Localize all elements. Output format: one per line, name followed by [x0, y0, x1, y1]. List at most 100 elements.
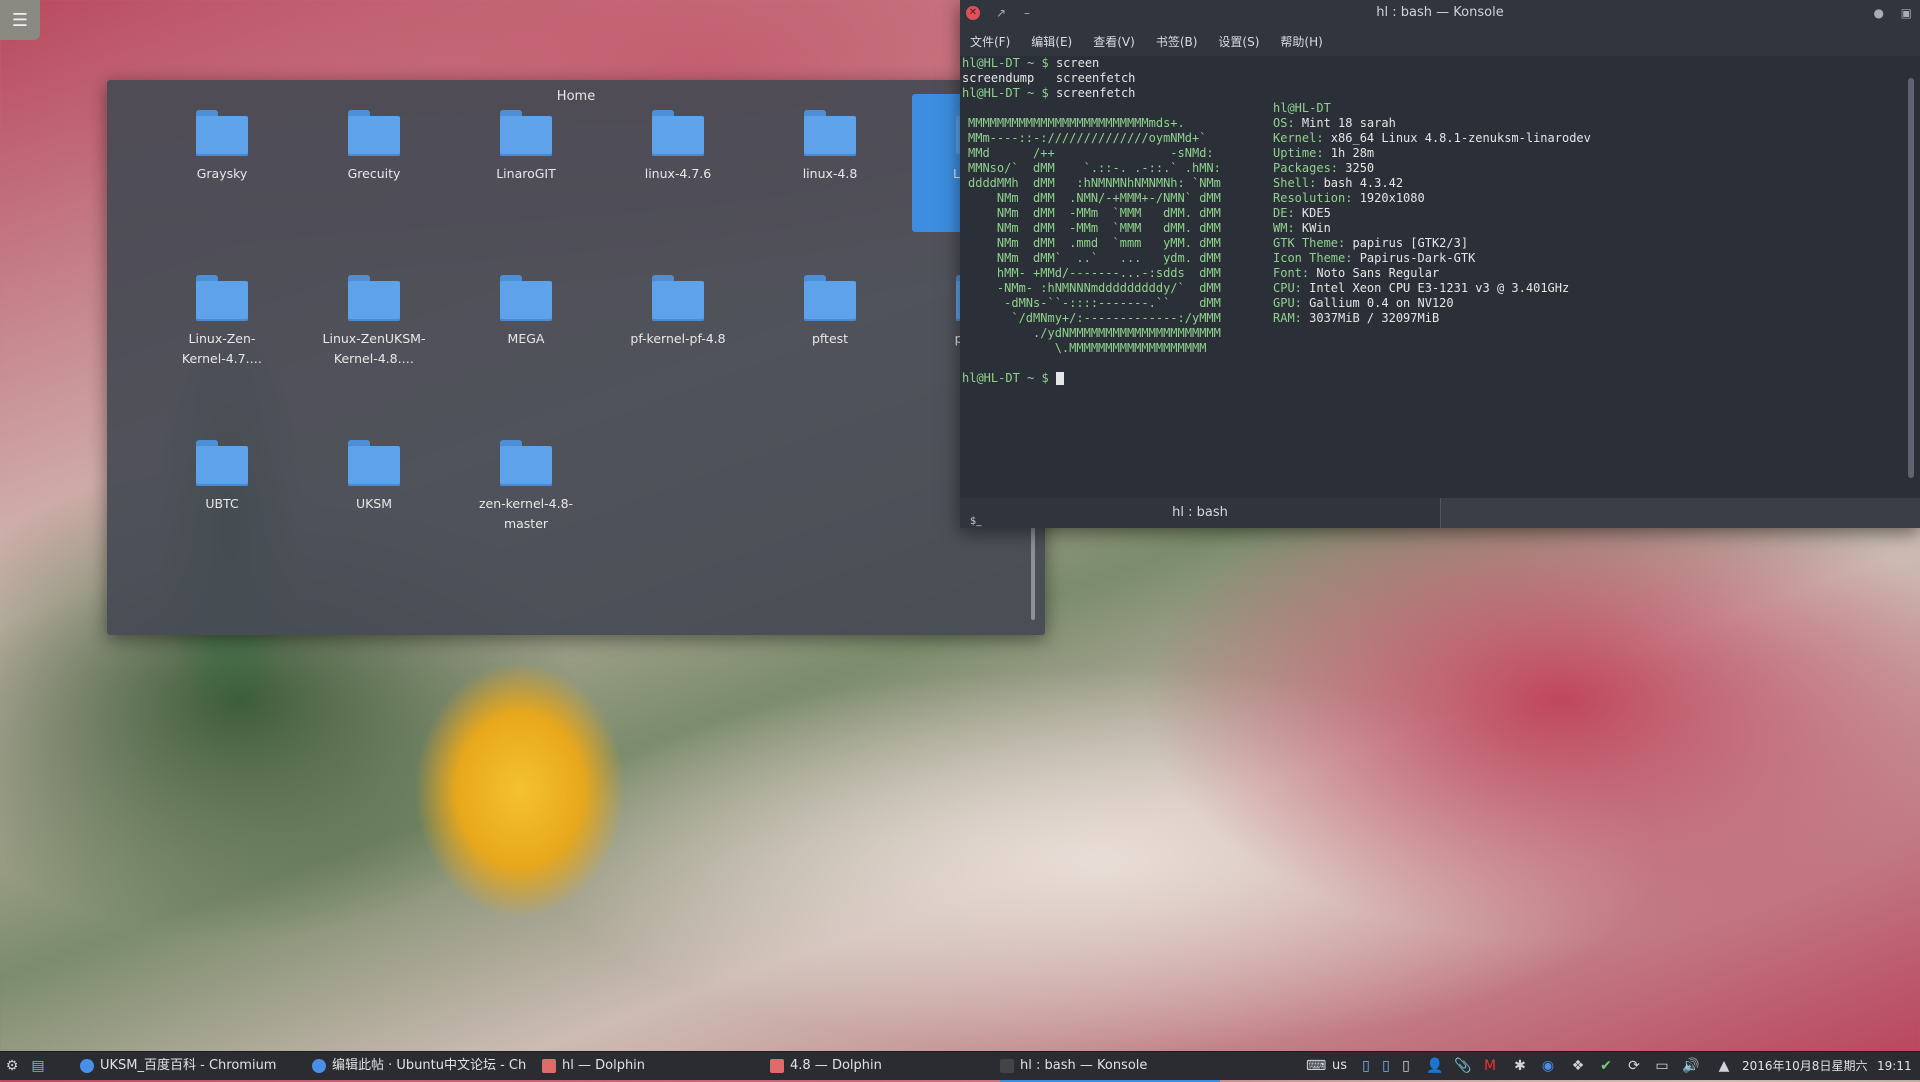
task-label: UKSM_百度百科 - Chromium: [100, 1058, 277, 1073]
folder-icon: [500, 440, 552, 486]
folder-icon: [804, 110, 856, 156]
konsole-titlebar[interactable]: ✕ ↗ – hl : bash — Konsole ● ▣: [960, 0, 1920, 26]
folder-icon: [652, 275, 704, 321]
info-line: OS: Mint 18 sarah: [1273, 116, 1396, 131]
date[interactable]: 2016年10月8日星期六: [1742, 1052, 1867, 1080]
terminal-output[interactable]: hl@HL-DT ~ $ screen screendump screenfet…: [960, 56, 1900, 496]
updates-icon[interactable]: ✔: [1598, 1058, 1614, 1074]
taskbar-task[interactable]: 编辑此帖 · Ubuntu中文论坛 - Ch: [312, 1052, 532, 1080]
folder-item[interactable]: Linux-ZenUKSM- Kernel-4.8.…: [304, 275, 444, 369]
minimize-icon[interactable]: –: [1024, 0, 1030, 26]
desktop-menu-button[interactable]: ☰: [0, 0, 40, 40]
info-line: Icon Theme: Papirus-Dark-GTK: [1273, 251, 1475, 266]
task-label: hl : bash — Konsole: [1020, 1058, 1148, 1073]
folder-item[interactable]: MEGA: [456, 275, 596, 349]
pager-desktop-3-icon[interactable]: ▯: [1398, 1058, 1414, 1074]
info-key: GPU:: [1273, 296, 1310, 310]
logo-line: NMm dMM .NMN/-+MMM+-/NMN` dMM: [968, 191, 1221, 205]
folder-item[interactable]: Grecuity: [304, 110, 444, 184]
menu-item[interactable]: 帮助(H): [1280, 33, 1322, 50]
folder-label: pftest: [811, 331, 849, 346]
folder-icon: [500, 110, 552, 156]
folder-label: LinaroGIT: [496, 166, 556, 181]
keyboard-layout[interactable]: us: [1332, 1052, 1347, 1080]
folder-label: pf-kernel-pf-4.8: [630, 331, 726, 346]
menu-item[interactable]: 查看(V): [1093, 33, 1135, 50]
new-tab-icon[interactable]: ▣: [1901, 0, 1912, 26]
folder-item[interactable]: Graysky: [152, 110, 292, 184]
close-icon[interactable]: ✕: [966, 6, 980, 20]
tray-expand-icon[interactable]: ▲: [1716, 1058, 1732, 1074]
folder-label: UBTC: [205, 496, 239, 511]
menu-item[interactable]: 文件(F): [970, 33, 1010, 50]
folder-item[interactable]: pftest: [760, 275, 900, 349]
clip-icon[interactable]: 📎: [1454, 1058, 1471, 1074]
info-value: Gallium 0.4 on NV120: [1309, 296, 1454, 310]
display-icon[interactable]: ▭: [1654, 1058, 1670, 1074]
folder-label: Graysky: [196, 166, 248, 181]
logo-line: `/dMNmy+/:-------------:/yMMM: [968, 311, 1221, 325]
sync-icon[interactable]: ⟳: [1626, 1058, 1642, 1074]
folder-icon: [196, 440, 248, 486]
pager-desktop-2-icon[interactable]: ▯: [1378, 1058, 1394, 1074]
info-value: 3037MiB / 32097MiB: [1309, 311, 1440, 325]
dropbox-icon[interactable]: ❖: [1570, 1058, 1586, 1074]
folder-icon: [196, 275, 248, 321]
folder-icon: [348, 110, 400, 156]
chromium-icon: [312, 1058, 326, 1073]
info-key: Kernel:: [1273, 131, 1331, 145]
command: screenfetch: [1055, 86, 1136, 100]
info-value: bash 4.3.42: [1323, 176, 1404, 190]
taskbar-task[interactable]: hl : bash — Konsole: [1000, 1052, 1220, 1082]
show-desktop-icon[interactable]: ▤: [30, 1058, 46, 1074]
prompt: hl@HL-DT ~ $: [962, 371, 1049, 385]
logo-line: NMm dMM .mmd `mmm yMM. dMM: [968, 236, 1221, 250]
folder-item[interactable]: UKSM: [304, 440, 444, 514]
info-key: Shell:: [1273, 176, 1324, 190]
prompt: hl@HL-DT ~ $: [962, 86, 1049, 100]
chromium-tray-icon[interactable]: ◉: [1540, 1058, 1556, 1074]
logo-line: MMd /++ -sNMd:: [968, 146, 1214, 160]
clock[interactable]: 19:11: [1877, 1052, 1912, 1080]
user-icon[interactable]: 👤: [1426, 1058, 1443, 1074]
info-line: RAM: 3037MiB / 32097MiB: [1273, 311, 1439, 326]
settings-icon[interactable]: ✱: [1512, 1058, 1528, 1074]
folder-icon: [348, 440, 400, 486]
logo-line: NMm dMM -MMm `MMM dMM. dMM: [968, 206, 1221, 220]
pager-desktop-1-icon[interactable]: ▯: [1358, 1058, 1374, 1074]
info-key: CPU:: [1273, 281, 1310, 295]
menu-item[interactable]: 设置(S): [1218, 33, 1259, 50]
completion-output: screendump screenfetch: [962, 71, 1136, 85]
taskbar-task[interactable]: hl — Dolphin: [542, 1052, 752, 1080]
taskbar-task[interactable]: 4.8 — Dolphin: [770, 1052, 980, 1080]
keyboard-icon[interactable]: ⌨: [1306, 1058, 1326, 1074]
info-value: 3250: [1345, 161, 1375, 175]
menu-item[interactable]: 书签(B): [1156, 33, 1198, 50]
info-key: Uptime:: [1273, 146, 1331, 160]
info-key: Icon Theme:: [1273, 251, 1360, 265]
mega-icon[interactable]: M: [1482, 1058, 1498, 1074]
kde-launcher-icon[interactable]: ⚙: [4, 1058, 20, 1074]
folder-icon: [652, 110, 704, 156]
folder-item[interactable]: Linux-Zen- Kernel-4.7.…: [152, 275, 292, 369]
volume-icon[interactable]: 🔊: [1682, 1058, 1699, 1074]
folder-item[interactable]: linux-4.8: [760, 110, 900, 184]
folder-item[interactable]: LinaroGIT: [456, 110, 596, 184]
taskbar-task[interactable]: UKSM_百度百科 - Chromium: [80, 1052, 290, 1080]
pin-icon[interactable]: ●: [1874, 0, 1884, 26]
folder-item[interactable]: UBTC: [152, 440, 292, 514]
logo-line: ddddMMh dMM :hNMNMNhNMNMNh: `NMm: [968, 176, 1221, 190]
konsole-icon: [1000, 1058, 1014, 1073]
terminal-scrollbar[interactable]: [1908, 78, 1914, 478]
restore-icon[interactable]: ↗: [996, 0, 1006, 26]
info-line: WM: KWin: [1273, 221, 1331, 236]
tab-bash[interactable]: $_ hl : bash: [960, 498, 1441, 528]
logo-line: NMm dMM` ..` ... ydm. dMM: [968, 251, 1221, 265]
info-line: Resolution: 1920x1080: [1273, 191, 1425, 206]
folder-item[interactable]: pf-kernel-pf-4.8: [608, 275, 748, 349]
folder-item[interactable]: zen-kernel-4.8- master: [456, 440, 596, 534]
info-line: Packages: 3250: [1273, 161, 1374, 176]
dolphin-scrollbar[interactable]: [1031, 525, 1035, 620]
folder-item[interactable]: linux-4.7.6: [608, 110, 748, 184]
menu-item[interactable]: 编辑(E): [1031, 33, 1072, 50]
